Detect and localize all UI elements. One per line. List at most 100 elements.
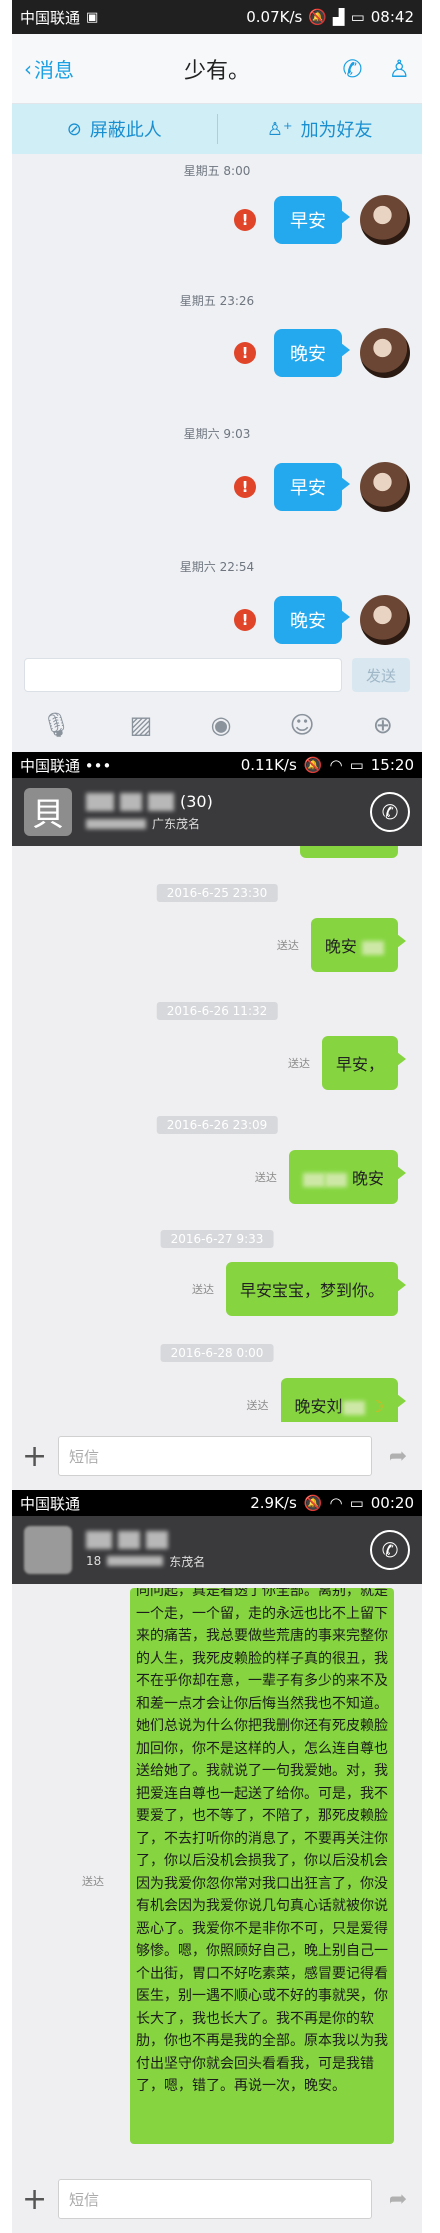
gallery-icon: ▣	[86, 9, 99, 25]
redacted-text	[362, 940, 384, 955]
redacted-number	[86, 818, 146, 829]
send-icon[interactable]: ➦	[384, 2187, 412, 2212]
back-button[interactable]: ‹ 消息	[24, 54, 144, 83]
status-bar: 中国联通 2.9K/s 🔕 ◠ ▭ 00:20	[12, 1490, 422, 1516]
status-bar: 中国联通 ▣ 0.07K/s 🔕 ▟ ▭ 08:42	[12, 0, 422, 34]
avatar[interactable]	[360, 462, 410, 512]
message-bubble[interactable]: 晚安	[274, 329, 350, 377]
send-failed-icon[interactable]: !	[234, 476, 256, 498]
redacted-name	[146, 1530, 168, 1549]
message-text: 同问起，真是看透了你全部。离别，就是一个走，一个留，走的永远也比不上留下来的痛苦…	[136, 1588, 388, 2094]
profile-icon[interactable]: ♙	[388, 55, 410, 83]
message-bubble[interactable]: 晚安	[274, 596, 350, 644]
contact-location: 广东茂名	[152, 817, 201, 831]
mic-icon[interactable]: 🎙	[41, 711, 71, 739]
chevron-left-icon: ‹	[24, 56, 32, 81]
delivery-status: 送达	[276, 939, 299, 952]
plus-icon[interactable]: +	[22, 1439, 47, 1474]
call-button[interactable]: ✆	[370, 792, 410, 832]
phone-icon: ✆	[381, 800, 399, 824]
avatar[interactable]	[360, 328, 410, 378]
message-row: 送达 早安宝宝，梦到你。	[191, 1262, 407, 1316]
plus-icon[interactable]: +	[22, 2182, 47, 2217]
network-speed: 2.9K/s	[250, 1494, 297, 1512]
delivery-status: 送达	[287, 1057, 310, 1070]
input-bar: + 短信 ➦	[12, 1422, 422, 1490]
block-button[interactable]: ⊘ 屏蔽此人	[12, 116, 217, 142]
message-bubble[interactable]: 早安	[274, 463, 350, 511]
block-icon: ⊘	[66, 118, 82, 140]
phone-icon[interactable]: ✆	[342, 55, 362, 83]
send-failed-icon[interactable]: !	[234, 342, 256, 364]
signal-icon: ▟	[333, 8, 345, 26]
network-speed: 0.11K/s	[240, 756, 297, 774]
message-input[interactable]	[24, 658, 342, 692]
plus-icon[interactable]: ⊕	[373, 711, 393, 739]
add-friend-label: 加为好友	[300, 120, 373, 141]
message-text: 晚安	[324, 937, 357, 956]
message-bubble[interactable]: 早安，	[321, 1036, 407, 1090]
battery-icon: ▭	[349, 756, 364, 774]
message-row: 送达 晚安	[276, 918, 407, 972]
message-bubble[interactable]: 早安宝宝，梦到你。	[225, 1262, 407, 1316]
toolbar: 🎙 ▨ ◉ ☺ ⊕	[12, 700, 422, 750]
contact-header: 18 东茂名 ✆	[12, 1516, 422, 1584]
add-friend-button[interactable]: ♙⁺ 加为好友	[218, 116, 423, 142]
avatar[interactable]	[360, 195, 410, 245]
redacted-name	[86, 1530, 112, 1549]
contact-header: 貝 (30) 广东茂名 ✆	[12, 778, 422, 846]
battery-icon: ▭	[349, 1494, 364, 1512]
status-bar: 中国联通 ••• 0.11K/s 🔕 ◠ ▭ 15:20	[12, 752, 422, 778]
message-input[interactable]: 短信	[58, 1436, 372, 1476]
date-divider: 2016-6-26 23:09	[156, 1116, 278, 1134]
image-icon[interactable]: ▨	[130, 711, 153, 739]
moon-icon: ☽	[369, 1397, 384, 1416]
send-failed-icon[interactable]: !	[234, 609, 256, 631]
message-row: 送达 早安，	[287, 1036, 407, 1090]
message-text: 晚安刘	[294, 1397, 343, 1416]
clock: 08:42	[370, 8, 414, 26]
delivery-status: 送达	[82, 1875, 104, 1888]
message-bubble[interactable]: 晚安	[310, 918, 407, 972]
message-row: ! 早安	[234, 462, 410, 512]
delivery-status: 送达	[191, 1283, 214, 1296]
message-timestamp: 星期五 8:00	[183, 164, 251, 178]
network-speed: 0.07K/s	[246, 8, 303, 26]
avatar[interactable]	[360, 595, 410, 645]
camera-icon[interactable]: ◉	[211, 711, 232, 739]
message-row: ! 晚安	[234, 595, 410, 645]
avatar[interactable]	[24, 1526, 72, 1574]
mute-icon: 🔕	[308, 8, 328, 26]
send-icon[interactable]: ➦	[384, 1444, 412, 1469]
send-failed-icon[interactable]: !	[234, 209, 256, 231]
contact-location: 东茂名	[169, 1554, 206, 1569]
add-user-icon: ♙⁺	[266, 118, 293, 140]
message-row: ! 早安	[234, 195, 410, 245]
message-bubble[interactable]: 早安	[274, 196, 350, 244]
block-label: 屏蔽此人	[89, 120, 162, 141]
sms-chat-screenshot-1: 中国联通 ••• 0.11K/s 🔕 ◠ ▭ 15:20 貝 (30) 广东茂名…	[12, 752, 422, 1490]
redacted-text	[342, 1400, 365, 1415]
date-divider: 2016-6-25 23:30	[156, 884, 278, 902]
sms-chat-screenshot-2: 中国联通 2.9K/s 🔕 ◠ ▭ 00:20 18 东茂名 ✆ 送达 同问起，…	[12, 1490, 422, 2233]
send-button[interactable]: 发送	[352, 658, 410, 692]
message-timestamp: 星期六 22:54	[179, 560, 255, 574]
message-input[interactable]: 短信	[58, 2179, 372, 2219]
redacted-name	[120, 792, 142, 811]
redacted-name	[86, 792, 114, 811]
message-bubble[interactable]: 晚安	[288, 1150, 407, 1204]
mute-icon: 🔕	[303, 1494, 323, 1512]
chat-title: 少有。	[183, 58, 250, 84]
stranger-action-bar: ⊘ 屏蔽此人 ♙⁺ 加为好友	[12, 104, 422, 154]
phone-icon: ✆	[381, 1538, 399, 1562]
call-button[interactable]: ✆	[370, 1530, 410, 1570]
date-divider: 2016-6-27 9:33	[160, 1230, 274, 1248]
emoji-icon[interactable]: ☺	[290, 711, 315, 739]
avatar[interactable]: 貝	[24, 788, 72, 836]
date-divider: 2016-6-28 0:00	[160, 1344, 274, 1362]
back-label: 消息	[34, 58, 74, 82]
redacted-text	[302, 1172, 325, 1187]
delivery-status: 送达	[246, 1399, 269, 1412]
message-bubble[interactable]: 同问起，真是看透了你全部。离别，就是一个走，一个留，走的永远也比不上留下来的痛苦…	[130, 1588, 394, 2144]
wifi-icon: ◠	[329, 1494, 343, 1512]
